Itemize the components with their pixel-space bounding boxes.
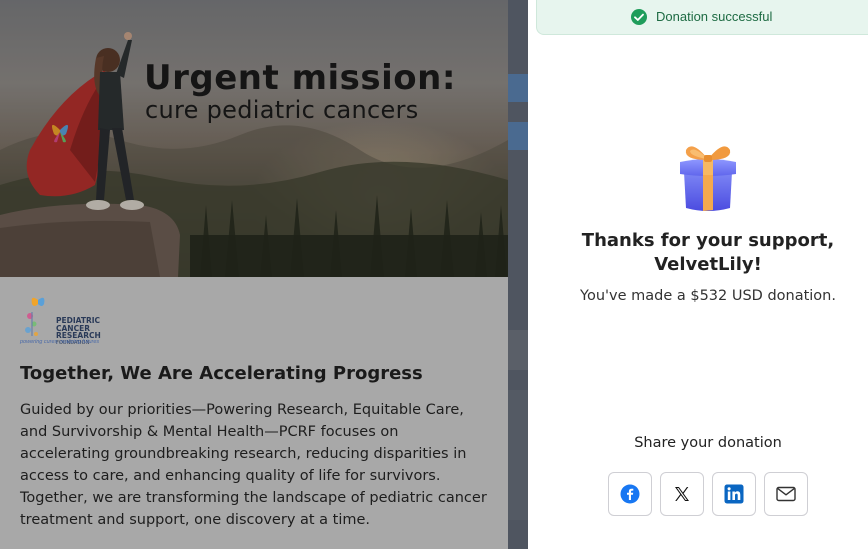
- section-title: Together, We Are Accelerating Progress: [20, 363, 423, 384]
- x-icon: [675, 487, 689, 501]
- section-body-line: treatment and support, one discovery at …: [20, 512, 371, 528]
- gift-icon: [680, 146, 736, 211]
- mail-icon: [776, 486, 796, 502]
- toast-message: Donation successful: [656, 9, 773, 24]
- section-body-line: and Survivorship & Mental Health—PCRF fo…: [20, 424, 399, 440]
- share-linkedin-button[interactable]: [712, 472, 756, 516]
- hero-banner: Urgent mission: cure pediatric cancers: [0, 0, 508, 277]
- share-label: Share your donation: [634, 435, 782, 451]
- section-body-line: Together, we are transforming the landsc…: [20, 490, 487, 506]
- donation-amount-message: You've made a $532 USD donation.: [580, 288, 836, 304]
- section-body-line: Guided by our priorities—Powering Resear…: [20, 402, 464, 418]
- content-area: PEDIATRIC CANCER RESEARCH FOUNDATION pow…: [0, 277, 508, 549]
- background-page-edge: [508, 0, 528, 549]
- share-facebook-button[interactable]: [608, 472, 652, 516]
- donation-success-panel: Donation successful Thanks for your supp…: [528, 0, 868, 549]
- facebook-icon: [620, 484, 640, 504]
- linkedin-icon: [724, 484, 744, 504]
- section-body: Guided by our priorities—Powering Resear…: [20, 399, 490, 531]
- section-body-line: access to care, and enhancing quality of…: [20, 468, 441, 484]
- section-body-line: accelerating groundbreaking research, re…: [20, 446, 467, 462]
- logo-name-text: PEDIATRIC CANCER RESEARCH: [56, 316, 101, 340]
- check-circle-icon: [631, 9, 647, 25]
- logo-tagline: powering cures, realizing futures: [20, 339, 100, 345]
- hero-headline-line-2: cure pediatric cancers: [145, 96, 419, 124]
- donation-success-toast: Donation successful: [536, 0, 868, 35]
- share-email-button[interactable]: [764, 472, 808, 516]
- thanks-heading-line-1: Thanks for your support,: [581, 230, 835, 251]
- hero-illustration: [0, 0, 508, 277]
- organization-logo[interactable]: PEDIATRIC CANCER RESEARCH FOUNDATION pow…: [20, 296, 101, 348]
- hero-headline-line-1: Urgent mission:: [144, 58, 456, 98]
- logo-mark-icon: [25, 297, 45, 336]
- share-x-button[interactable]: [660, 472, 704, 516]
- thanks-heading-line-2: VelvetLily!: [654, 254, 762, 275]
